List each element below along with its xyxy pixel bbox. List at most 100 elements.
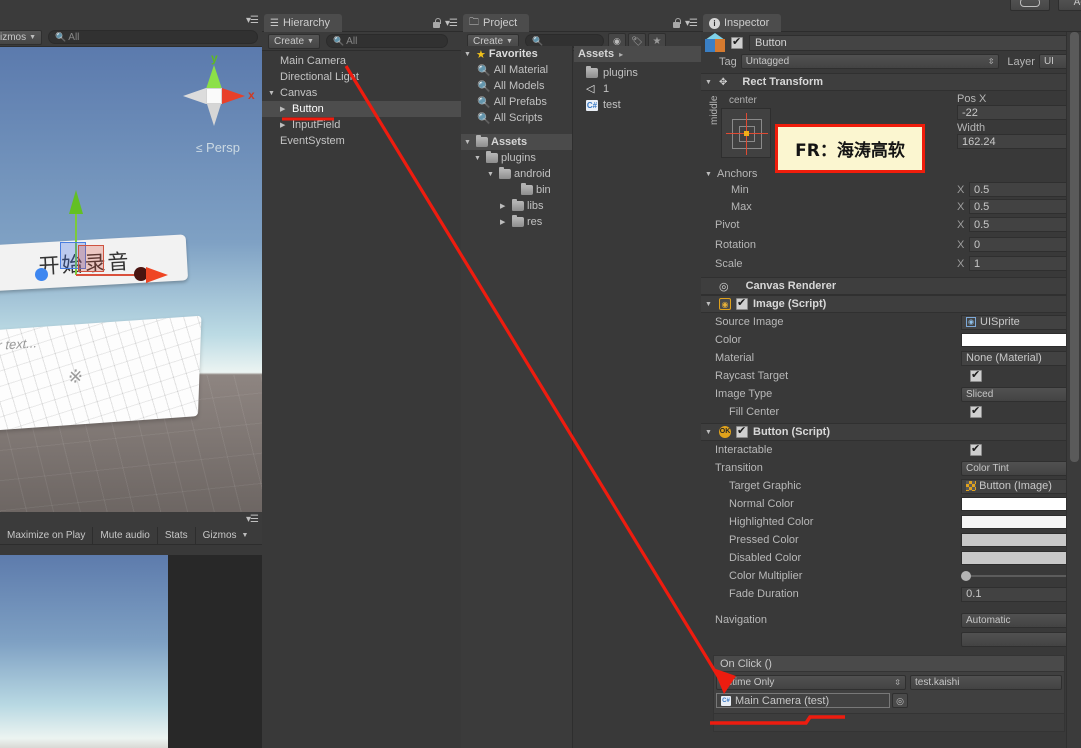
inspector-scrollbar[interactable] — [1066, 32, 1081, 748]
pressed-color-swatch[interactable] — [961, 533, 1081, 547]
project-asset-plugins[interactable]: plugins — [574, 65, 701, 81]
component-header-canvas-renderer[interactable]: ◎ Canvas Renderer — [701, 277, 1081, 295]
source-image-object-field[interactable]: ◉ UISprite — [961, 314, 1081, 330]
project-favorite-all-models[interactable]: 🔍 All Models — [461, 78, 572, 94]
game-gizmos-dropdown[interactable]: Gizmos ▼ — [196, 527, 256, 544]
normal-color-swatch[interactable] — [961, 497, 1081, 511]
fold-arrow-icon[interactable]: ▼ — [487, 171, 496, 178]
fold-arrow-icon[interactable]: ▼ — [705, 171, 714, 178]
tab-hierarchy[interactable]: ☰ Hierarchy — [264, 14, 343, 32]
object-active-checkbox[interactable] — [731, 35, 743, 49]
fold-arrow-icon[interactable]: ▼ — [705, 79, 714, 86]
anchors-foldout[interactable]: ▼ Anchors — [705, 168, 757, 180]
lock-icon[interactable] — [672, 18, 681, 29]
anchor-preset-widget[interactable] — [721, 108, 771, 158]
project-favorite-all-prefabs[interactable]: 🔍 All Prefabs — [461, 94, 572, 110]
color-multiplier-slider[interactable] — [961, 570, 1081, 582]
object-name-input[interactable]: Button — [749, 34, 1077, 51]
fold-arrow-icon[interactable]: ▼ — [464, 139, 473, 146]
button-enabled-checkbox[interactable] — [736, 424, 748, 438]
gizmo-x-arrowhead[interactable] — [146, 267, 168, 283]
hierarchy-search-input[interactable]: 🔍 All — [325, 34, 448, 48]
scene-search-input[interactable]: 🔍 All — [48, 30, 259, 44]
project-asset-scene-1[interactable]: ◁ 1 — [574, 81, 701, 97]
gizmo-z-knob[interactable] — [35, 268, 48, 281]
color-swatch[interactable] — [961, 333, 1081, 347]
orient-x-cone[interactable] — [222, 88, 245, 104]
pos-x-input[interactable]: -22 — [957, 105, 1081, 120]
project-tree-plugins[interactable]: ▼ plugins — [461, 150, 572, 166]
fold-arrow-icon[interactable]: ▼ — [464, 51, 473, 58]
hierarchy-item-inputfield[interactable]: ▶ InputField — [262, 117, 461, 133]
orient-y-cone[interactable] — [206, 65, 222, 89]
width-input[interactable]: 162.24 — [957, 134, 1081, 149]
fold-arrow-icon[interactable]: ▶ — [280, 105, 289, 113]
game-menu-icon[interactable]: ▾☰ — [246, 514, 259, 525]
on-click-target-picker-icon[interactable]: ◎ — [892, 693, 908, 708]
fold-arrow-icon[interactable]: ▶ — [500, 218, 509, 226]
disabled-color-swatch[interactable] — [961, 551, 1081, 565]
scene-projection-label[interactable]: ≤ Persp — [196, 140, 240, 155]
mute-audio-toggle[interactable]: Mute audio — [93, 526, 158, 544]
stats-toggle[interactable]: Stats — [158, 526, 196, 544]
fold-arrow-icon[interactable]: ▼ — [705, 429, 714, 436]
on-click-mode-dropdown[interactable]: untime Only ⇳ — [716, 675, 906, 690]
fold-arrow-icon[interactable]: ▶ — [500, 202, 509, 210]
scene-menu-icon[interactable]: ▾☰ — [246, 15, 259, 26]
project-favorites-root[interactable]: ▼ ★ Favorites — [461, 46, 572, 62]
project-assets-root[interactable]: ▼ Assets — [461, 134, 572, 150]
anchors-max-x-input[interactable]: 0.5 — [969, 199, 1081, 214]
navigation-dropdown[interactable]: Automatic — [961, 612, 1081, 628]
tab-project[interactable]: 🗀 Project — [463, 14, 530, 32]
tag-dropdown[interactable]: Untagged ⇳ — [740, 54, 1000, 69]
raycast-target-checkbox[interactable] — [970, 368, 982, 382]
inspector-scrollbar-thumb[interactable] — [1070, 32, 1079, 462]
hierarchy-item-button[interactable]: ▶ Button — [262, 101, 461, 117]
cloud-button[interactable] — [1010, 0, 1050, 11]
maximize-on-play-toggle[interactable]: Maximize on Play — [0, 526, 94, 544]
component-header-image-script[interactable]: ▼ ◉ Image (Script) — [701, 295, 1081, 313]
hierarchy-item-main-camera[interactable]: Main Camera — [262, 53, 461, 69]
move-gizmo[interactable] — [230, 257, 231, 258]
interactable-checkbox[interactable] — [970, 442, 982, 456]
project-breadcrumb[interactable]: Assets ▸ — [574, 46, 701, 62]
fade-duration-input[interactable]: 0.1 — [961, 586, 1081, 602]
project-favorite-all-scripts[interactable]: 🔍 All Scripts — [461, 110, 572, 126]
fold-arrow-icon[interactable]: ▼ — [268, 90, 277, 97]
image-type-dropdown[interactable]: Sliced — [961, 386, 1081, 402]
component-header-rect-transform[interactable]: ▼ ✥ Rect Transform — [701, 73, 1081, 91]
image-enabled-checkbox[interactable] — [736, 296, 748, 310]
gizmo-y-arrowhead[interactable] — [69, 190, 83, 214]
scene-viewport[interactable]: 开始录音 nter text... ※ y x ≤ Persp — [0, 47, 262, 512]
target-graphic-object-field[interactable]: Button (Image) — [961, 478, 1081, 494]
game-viewport[interactable] — [0, 555, 262, 748]
anchors-min-x-input[interactable]: 0.5 — [969, 182, 1081, 197]
scene-orientation-gizmo[interactable]: y x — [172, 51, 255, 135]
tab-inspector[interactable]: i Inspector — [703, 14, 782, 32]
component-header-button-script[interactable]: ▼ OK Button (Script) — [701, 423, 1081, 441]
pivot-x-input[interactable]: 0.5 — [969, 217, 1081, 232]
transition-dropdown[interactable]: Color Tint — [961, 460, 1081, 476]
project-tree-bin[interactable]: bin — [461, 182, 572, 198]
gizmos-dropdown[interactable]: izmos ▼ — [0, 29, 43, 45]
project-tree-res[interactable]: ▶ res — [461, 214, 572, 230]
scale-x-input[interactable]: 1 — [969, 256, 1081, 271]
fold-arrow-icon[interactable]: ▶ — [280, 121, 289, 129]
on-click-function-dropdown[interactable]: test.kaishi — [910, 675, 1062, 690]
on-click-target-object-field[interactable]: C# Main Camera (test) — [716, 693, 890, 708]
rotation-x-input[interactable]: 0 — [969, 237, 1081, 252]
fold-arrow-icon[interactable]: ▼ — [705, 301, 714, 308]
orient-negy-cone[interactable] — [207, 104, 221, 126]
project-tree-android[interactable]: ▼ android — [461, 166, 572, 182]
hierarchy-create-button[interactable]: Create ▼ — [268, 33, 320, 49]
material-object-field[interactable]: None (Material) — [961, 350, 1081, 366]
visualize-button[interactable] — [961, 631, 1081, 647]
fold-arrow-icon[interactable]: ▼ — [474, 155, 483, 162]
orient-center-cube[interactable] — [206, 88, 222, 104]
hierarchy-menu-icon[interactable]: ▾☰ — [445, 18, 458, 29]
account-button[interactable]: Acc — [1058, 0, 1081, 11]
fill-center-checkbox[interactable] — [970, 404, 982, 418]
hierarchy-item-eventsystem[interactable]: EventSystem — [262, 133, 461, 149]
highlighted-color-swatch[interactable] — [961, 515, 1081, 529]
slider-handle[interactable] — [961, 571, 972, 581]
